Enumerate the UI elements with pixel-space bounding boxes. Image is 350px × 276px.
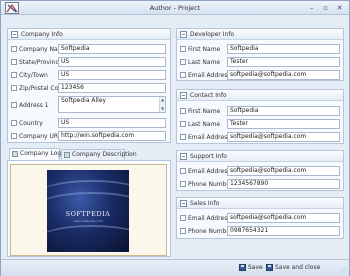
contact-last-name-label: Last Name	[180, 121, 220, 128]
field-icon	[180, 72, 186, 78]
minimize-icon[interactable]: –	[307, 4, 316, 12]
maximize-icon[interactable]: ▫	[321, 4, 330, 12]
field-icon	[11, 46, 17, 52]
logo-text: SOFTPEDIA	[65, 210, 111, 218]
dev-last-name-label: Last Name	[180, 59, 220, 66]
address-field[interactable]: Softpedia Alley	[58, 96, 166, 113]
field-icon	[180, 215, 186, 221]
company-url-field[interactable]: http://win.softpedia.com	[58, 131, 166, 141]
save-and-close-button[interactable]: Save and close	[266, 264, 320, 271]
save-icon	[239, 264, 246, 271]
resize-grip-icon[interactable]: ⋰	[341, 266, 347, 273]
country-label: Country	[11, 120, 43, 127]
status-bar: Save Save and close ⋰	[1, 259, 349, 276]
sales-info-header: Sales Info	[177, 198, 343, 209]
state-province-field[interactable]: US	[58, 57, 166, 67]
field-icon	[11, 59, 17, 65]
field-icon	[180, 108, 186, 114]
contact-info-header: Contact Info	[177, 90, 343, 101]
field-icon	[11, 72, 17, 78]
field-icon	[180, 121, 186, 127]
dev-email-label: Email Address	[180, 72, 230, 79]
contact-last-name-field[interactable]: Tester	[227, 119, 340, 129]
contact-email-label: Email Address	[180, 134, 230, 141]
developer-info-header: Developer Info	[177, 29, 343, 40]
field-icon	[180, 59, 186, 65]
sales-email-field[interactable]: softpedia@softpedia.com	[227, 213, 340, 223]
company-info-title: Company Info	[21, 31, 63, 38]
sales-info-icon	[180, 200, 187, 207]
contact-email-field[interactable]: softpedia@softpedia.com	[227, 132, 340, 142]
title-bar: Author - Project – ▫ ✕	[1, 1, 349, 15]
logo-tab-icon	[12, 151, 18, 157]
sales-phone-field[interactable]: 0987654321	[227, 226, 340, 236]
company-logo-image: SOFTPEDIA www.softpedia.com	[47, 170, 129, 252]
main-window: Author - Project – ▫ ✕ Company Info Comp…	[0, 0, 350, 276]
support-info-icon	[180, 153, 187, 160]
company-logo-frame[interactable]: SOFTPEDIA www.softpedia.com	[10, 164, 167, 256]
address-value: Softpedia Alley	[61, 97, 107, 104]
contact-info-title: Contact Info	[190, 92, 227, 99]
field-icon	[180, 46, 186, 52]
support-email-label: Email Address	[180, 168, 230, 175]
field-icon	[180, 181, 186, 187]
company-name-field[interactable]: Softpedia	[58, 44, 166, 54]
tab-company-logo[interactable]: Company Logo	[9, 148, 65, 160]
company-info-icon	[11, 31, 18, 38]
support-info-header: Support Info	[177, 151, 343, 162]
field-icon	[180, 134, 186, 140]
city-town-label: City/Town	[11, 72, 48, 79]
support-phone-field[interactable]: 1234567890	[227, 179, 340, 189]
logo-subtext: www.softpedia.com	[73, 219, 103, 223]
dev-email-field[interactable]: softpedia@softpedia.com	[227, 70, 340, 80]
field-icon	[11, 133, 17, 139]
window-title: Author - Project	[149, 4, 201, 12]
field-icon	[11, 120, 17, 126]
tab-company-description[interactable]: Company Description	[61, 149, 137, 160]
sales-info-title: Sales Info	[190, 200, 220, 207]
support-info-title: Support Info	[190, 153, 227, 160]
close-icon[interactable]: ✕	[335, 4, 344, 12]
country-field[interactable]: US	[58, 118, 166, 128]
field-icon	[11, 102, 17, 108]
contact-first-name-field[interactable]: Softpedia	[227, 106, 340, 116]
field-icon	[11, 85, 17, 91]
description-tab-icon	[64, 152, 70, 158]
support-email-field[interactable]: softpedia@softpedia.com	[227, 166, 340, 176]
field-icon	[180, 168, 186, 174]
developer-info-title: Developer Info	[190, 31, 235, 38]
save-button[interactable]: Save	[239, 264, 263, 271]
address-scrollbar[interactable]	[159, 97, 165, 112]
dev-first-name-label: First Name	[180, 46, 220, 53]
field-icon	[180, 228, 186, 234]
sales-phone-label: Phone Number	[180, 228, 233, 235]
contact-info-icon	[180, 92, 187, 99]
support-phone-label: Phone Number	[180, 181, 233, 188]
developer-info-icon	[180, 31, 187, 38]
address-label: Address 1	[11, 102, 49, 109]
city-town-field[interactable]: US	[58, 70, 166, 80]
company-url-label: Company URL	[11, 133, 61, 140]
save-close-icon	[266, 264, 273, 271]
dev-last-name-field[interactable]: Tester	[227, 57, 340, 67]
dev-first-name-field[interactable]: Softpedia	[227, 44, 340, 54]
state-province-label: State/Province	[11, 59, 62, 66]
zip-postal-field[interactable]: 123456	[58, 83, 166, 93]
contact-first-name-label: First Name	[180, 108, 220, 115]
company-info-header: Company Info	[8, 29, 170, 40]
sales-email-label: Email Address	[180, 215, 230, 222]
